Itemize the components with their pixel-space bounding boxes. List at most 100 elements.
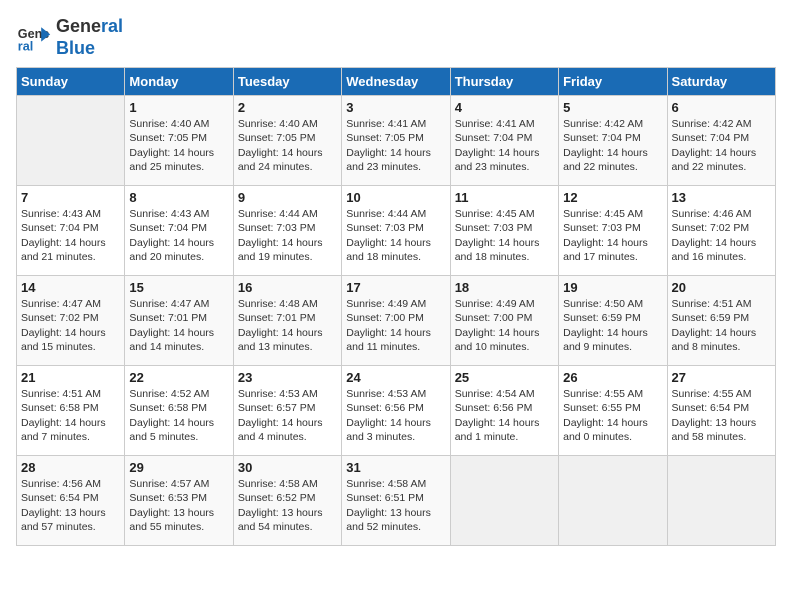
calendar-cell: 19 Sunrise: 4:50 AM Sunset: 6:59 PM Dayli… — [559, 276, 667, 366]
logo: Gene ral General Blue — [16, 16, 123, 59]
day-number: 30 — [238, 460, 337, 475]
day-number: 29 — [129, 460, 228, 475]
calendar-cell: 11 Sunrise: 4:45 AM Sunset: 7:03 PM Dayli… — [450, 186, 558, 276]
day-number: 13 — [672, 190, 771, 205]
day-info: Sunrise: 4:41 AM Sunset: 7:04 PM Dayligh… — [455, 117, 554, 174]
day-info: Sunrise: 4:43 AM Sunset: 7:04 PM Dayligh… — [21, 207, 120, 264]
day-info: Sunrise: 4:42 AM Sunset: 7:04 PM Dayligh… — [672, 117, 771, 174]
day-number: 11 — [455, 190, 554, 205]
calendar-cell: 3 Sunrise: 4:41 AM Sunset: 7:05 PM Daylig… — [342, 96, 450, 186]
calendar-cell: 4 Sunrise: 4:41 AM Sunset: 7:04 PM Daylig… — [450, 96, 558, 186]
day-info: Sunrise: 4:58 AM Sunset: 6:51 PM Dayligh… — [346, 477, 445, 534]
day-number: 24 — [346, 370, 445, 385]
calendar-table: SundayMondayTuesdayWednesdayThursdayFrid… — [16, 67, 776, 546]
day-number: 5 — [563, 100, 662, 115]
calendar-cell: 10 Sunrise: 4:44 AM Sunset: 7:03 PM Dayli… — [342, 186, 450, 276]
day-number: 15 — [129, 280, 228, 295]
week-row-4: 21 Sunrise: 4:51 AM Sunset: 6:58 PM Dayli… — [17, 366, 776, 456]
day-info: Sunrise: 4:41 AM Sunset: 7:05 PM Dayligh… — [346, 117, 445, 174]
day-number: 1 — [129, 100, 228, 115]
day-info: Sunrise: 4:47 AM Sunset: 7:01 PM Dayligh… — [129, 297, 228, 354]
calendar-cell — [450, 456, 558, 546]
day-number: 17 — [346, 280, 445, 295]
logo-icon: Gene ral — [16, 20, 52, 56]
column-header-tuesday: Tuesday — [233, 68, 341, 96]
column-header-thursday: Thursday — [450, 68, 558, 96]
calendar-cell: 22 Sunrise: 4:52 AM Sunset: 6:58 PM Dayli… — [125, 366, 233, 456]
calendar-cell — [17, 96, 125, 186]
day-info: Sunrise: 4:48 AM Sunset: 7:01 PM Dayligh… — [238, 297, 337, 354]
day-number: 4 — [455, 100, 554, 115]
day-number: 7 — [21, 190, 120, 205]
calendar-cell: 12 Sunrise: 4:45 AM Sunset: 7:03 PM Dayli… — [559, 186, 667, 276]
day-info: Sunrise: 4:53 AM Sunset: 6:56 PM Dayligh… — [346, 387, 445, 444]
day-info: Sunrise: 4:47 AM Sunset: 7:02 PM Dayligh… — [21, 297, 120, 354]
day-info: Sunrise: 4:46 AM Sunset: 7:02 PM Dayligh… — [672, 207, 771, 264]
calendar-cell: 30 Sunrise: 4:58 AM Sunset: 6:52 PM Dayli… — [233, 456, 341, 546]
calendar-cell: 7 Sunrise: 4:43 AM Sunset: 7:04 PM Daylig… — [17, 186, 125, 276]
day-info: Sunrise: 4:51 AM Sunset: 6:59 PM Dayligh… — [672, 297, 771, 354]
day-number: 12 — [563, 190, 662, 205]
week-row-3: 14 Sunrise: 4:47 AM Sunset: 7:02 PM Dayli… — [17, 276, 776, 366]
calendar-cell: 5 Sunrise: 4:42 AM Sunset: 7:04 PM Daylig… — [559, 96, 667, 186]
calendar-cell: 17 Sunrise: 4:49 AM Sunset: 7:00 PM Dayli… — [342, 276, 450, 366]
day-number: 9 — [238, 190, 337, 205]
day-info: Sunrise: 4:56 AM Sunset: 6:54 PM Dayligh… — [21, 477, 120, 534]
day-info: Sunrise: 4:49 AM Sunset: 7:00 PM Dayligh… — [455, 297, 554, 354]
day-info: Sunrise: 4:43 AM Sunset: 7:04 PM Dayligh… — [129, 207, 228, 264]
day-number: 21 — [21, 370, 120, 385]
day-number: 25 — [455, 370, 554, 385]
day-info: Sunrise: 4:45 AM Sunset: 7:03 PM Dayligh… — [563, 207, 662, 264]
calendar-cell: 14 Sunrise: 4:47 AM Sunset: 7:02 PM Dayli… — [17, 276, 125, 366]
day-info: Sunrise: 4:55 AM Sunset: 6:54 PM Dayligh… — [672, 387, 771, 444]
day-info: Sunrise: 4:40 AM Sunset: 7:05 PM Dayligh… — [238, 117, 337, 174]
day-number: 19 — [563, 280, 662, 295]
calendar-cell: 15 Sunrise: 4:47 AM Sunset: 7:01 PM Dayli… — [125, 276, 233, 366]
calendar-cell — [559, 456, 667, 546]
day-info: Sunrise: 4:44 AM Sunset: 7:03 PM Dayligh… — [238, 207, 337, 264]
calendar-cell: 25 Sunrise: 4:54 AM Sunset: 6:56 PM Dayli… — [450, 366, 558, 456]
calendar-body: 1 Sunrise: 4:40 AM Sunset: 7:05 PM Daylig… — [17, 96, 776, 546]
calendar-cell: 23Sunrise: 4:53 AM Sunset: 6:57 PM Dayli… — [233, 366, 341, 456]
day-info: Sunrise: 4:52 AM Sunset: 6:58 PM Dayligh… — [129, 387, 228, 444]
calendar-cell: 9 Sunrise: 4:44 AM Sunset: 7:03 PM Daylig… — [233, 186, 341, 276]
day-number: 28 — [21, 460, 120, 475]
calendar-cell — [667, 456, 775, 546]
day-number: 10 — [346, 190, 445, 205]
day-info: Sunrise: 4:45 AM Sunset: 7:03 PM Dayligh… — [455, 207, 554, 264]
calendar-cell: 18Sunrise: 4:49 AM Sunset: 7:00 PM Dayli… — [450, 276, 558, 366]
day-number: 2 — [238, 100, 337, 115]
day-info: Sunrise: 4:42 AM Sunset: 7:04 PM Dayligh… — [563, 117, 662, 174]
day-info: Sunrise: 4:49 AM Sunset: 7:00 PM Dayligh… — [346, 297, 445, 354]
day-number: 31 — [346, 460, 445, 475]
calendar-cell: 20Sunrise: 4:51 AM Sunset: 6:59 PM Dayli… — [667, 276, 775, 366]
day-number: 8 — [129, 190, 228, 205]
day-info: Sunrise: 4:58 AM Sunset: 6:52 PM Dayligh… — [238, 477, 337, 534]
calendar-cell: 1Sunrise: 4:40 AM Sunset: 7:05 PM Daylig… — [125, 96, 233, 186]
day-info: Sunrise: 4:55 AM Sunset: 6:55 PM Dayligh… — [563, 387, 662, 444]
column-header-saturday: Saturday — [667, 68, 775, 96]
logo-text: General Blue — [56, 16, 123, 59]
day-info: Sunrise: 4:44 AM Sunset: 7:03 PM Dayligh… — [346, 207, 445, 264]
calendar-cell: 31 Sunrise: 4:58 AM Sunset: 6:51 PM Dayli… — [342, 456, 450, 546]
day-info: Sunrise: 4:50 AM Sunset: 6:59 PM Dayligh… — [563, 297, 662, 354]
calendar-cell: 2 Sunrise: 4:40 AM Sunset: 7:05 PM Daylig… — [233, 96, 341, 186]
day-info: Sunrise: 4:57 AM Sunset: 6:53 PM Dayligh… — [129, 477, 228, 534]
day-number: 3 — [346, 100, 445, 115]
calendar-cell: 16Sunrise: 4:48 AM Sunset: 7:01 PM Dayli… — [233, 276, 341, 366]
day-number: 14 — [21, 280, 120, 295]
calendar-cell: 24 Sunrise: 4:53 AM Sunset: 6:56 PM Dayli… — [342, 366, 450, 456]
day-number: 23 — [238, 370, 337, 385]
column-header-sunday: Sunday — [17, 68, 125, 96]
column-header-friday: Friday — [559, 68, 667, 96]
page-header: Gene ral General Blue — [16, 16, 776, 59]
day-info: Sunrise: 4:51 AM Sunset: 6:58 PM Dayligh… — [21, 387, 120, 444]
day-number: 22 — [129, 370, 228, 385]
week-row-5: 28 Sunrise: 4:56 AM Sunset: 6:54 PM Dayli… — [17, 456, 776, 546]
calendar-header: SundayMondayTuesdayWednesdayThursdayFrid… — [17, 68, 776, 96]
day-number: 26 — [563, 370, 662, 385]
header-row: SundayMondayTuesdayWednesdayThursdayFrid… — [17, 68, 776, 96]
day-info: Sunrise: 4:54 AM Sunset: 6:56 PM Dayligh… — [455, 387, 554, 444]
day-number: 6 — [672, 100, 771, 115]
calendar-cell: 8 Sunrise: 4:43 AM Sunset: 7:04 PM Daylig… — [125, 186, 233, 276]
